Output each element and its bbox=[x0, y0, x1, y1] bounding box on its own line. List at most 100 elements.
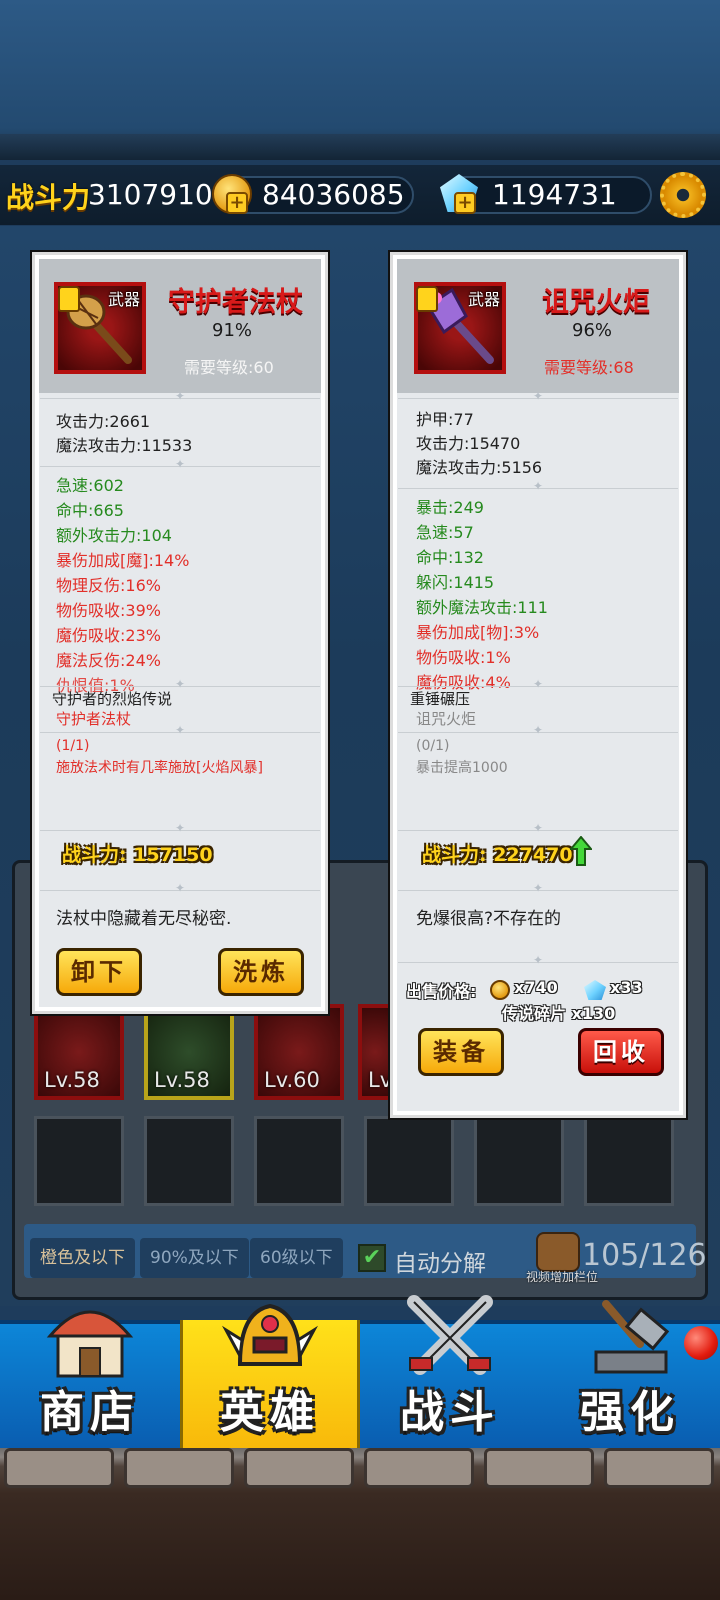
legend-set-count: (1/1) bbox=[56, 738, 90, 754]
bag-icon[interactable] bbox=[536, 1232, 580, 1272]
inventory-item[interactable]: Lv.60 bbox=[254, 1004, 344, 1100]
add-gem-icon[interactable]: + bbox=[454, 192, 476, 214]
divider bbox=[398, 732, 678, 733]
hammer-anvil-icon bbox=[594, 1300, 670, 1374]
nav-hero[interactable]: 英雄 bbox=[180, 1303, 360, 1448]
floor-stone bbox=[604, 1448, 714, 1488]
divider bbox=[40, 890, 320, 891]
level-requirement: 需要等级:60 bbox=[184, 358, 274, 377]
nav-hero-label: 英雄 bbox=[220, 1387, 320, 1438]
add-gold-icon[interactable]: + bbox=[226, 192, 248, 214]
shop-icon bbox=[46, 1310, 134, 1378]
extra-stat: 命中:665 bbox=[56, 501, 124, 520]
inventory-item[interactable]: Lv.58 bbox=[34, 1004, 124, 1100]
sell-shards: 传说碎片 x130 bbox=[502, 1004, 616, 1023]
floor-stone bbox=[364, 1448, 474, 1488]
nav-shop[interactable]: 商店 bbox=[0, 1310, 180, 1448]
nav-battle-label: 战斗 bbox=[400, 1387, 500, 1438]
extra-stat: 物理反伤:16% bbox=[56, 576, 161, 595]
refine-button[interactable]: 洗炼 bbox=[218, 948, 304, 996]
divider bbox=[40, 398, 320, 399]
legend-set-item: 守护者法杖 bbox=[56, 710, 132, 728]
extra-stat: 物伤吸收:39% bbox=[56, 601, 161, 620]
combat-power: 战斗力: 227470 bbox=[422, 844, 573, 866]
divider bbox=[398, 890, 678, 891]
gold-value: 84036085 bbox=[262, 178, 405, 211]
empty-slot[interactable] bbox=[474, 1116, 564, 1206]
combat-power: 战斗力: 157150 bbox=[62, 844, 213, 866]
extra-stat: 物伤吸收:1% bbox=[416, 648, 511, 667]
empty-slot[interactable] bbox=[364, 1116, 454, 1206]
item-level: Lv.58 bbox=[44, 1068, 100, 1092]
filter-orange-button[interactable]: 橙色及以下 bbox=[30, 1238, 135, 1278]
extra-stat: 暴击:249 bbox=[416, 498, 484, 517]
sell-gem: x33 bbox=[610, 978, 643, 997]
extra-stat: 躲闪:1415 bbox=[416, 573, 495, 592]
extra-stat: 额外攻击力:104 bbox=[56, 526, 172, 545]
gem-value: 1194731 bbox=[492, 178, 617, 211]
extra-stat: 暴伤加成[魔]:14% bbox=[56, 551, 190, 570]
divider bbox=[40, 466, 320, 467]
item-quality: 91% bbox=[212, 320, 253, 341]
item-type: 武器 bbox=[108, 290, 141, 309]
auto-decompose-label: 自动分解 bbox=[394, 1251, 486, 1277]
recycle-button[interactable]: 回收 bbox=[578, 1028, 664, 1076]
gear-icon[interactable] bbox=[660, 172, 706, 218]
item-level: Lv.58 bbox=[154, 1068, 210, 1092]
top-background bbox=[0, 0, 720, 160]
item-name: 诅咒火炬 bbox=[542, 287, 650, 318]
crossed-swords-icon bbox=[407, 1295, 493, 1375]
lock-icon bbox=[416, 286, 438, 312]
filter-quality-button[interactable]: 90%及以下 bbox=[140, 1238, 249, 1278]
notification-dot bbox=[684, 1326, 718, 1360]
upgrade-arrow-icon bbox=[570, 836, 592, 866]
base-stat: 魔法攻击力:5156 bbox=[416, 458, 543, 477]
power-value: 3107910 bbox=[88, 178, 213, 211]
extra-stat: 暴伤加成[物]:3% bbox=[416, 623, 540, 642]
legend-set-item: 诅咒火炬 bbox=[416, 710, 477, 728]
flavor-text: 法杖中隐藏着无尽秘密. bbox=[56, 909, 232, 929]
bag-hint: 视频增加栏位 bbox=[526, 1270, 599, 1284]
empty-slot[interactable] bbox=[144, 1116, 234, 1206]
level-requirement: 需要等级:68 bbox=[544, 358, 634, 377]
base-stat: 魔法攻击力:11533 bbox=[56, 436, 193, 455]
extra-stat: 额外魔法攻击:111 bbox=[416, 598, 548, 617]
legend-set-title: 重锤碾压 bbox=[410, 690, 471, 708]
extra-stat: 急速:602 bbox=[56, 476, 124, 495]
divider bbox=[40, 732, 320, 733]
divider bbox=[398, 962, 678, 963]
auto-decompose-checkbox[interactable]: ✔ bbox=[358, 1244, 386, 1272]
equip-button[interactable]: 装备 bbox=[418, 1028, 504, 1076]
legend-set-title: 守护者的烈焰传说 bbox=[52, 690, 173, 708]
legend-set-effect: 暴击提高1000 bbox=[416, 760, 508, 776]
legend-set-count: (0/1) bbox=[416, 738, 450, 754]
inventory-item[interactable]: Lv bbox=[358, 1004, 392, 1100]
empty-slot[interactable] bbox=[34, 1116, 124, 1206]
inventory-item[interactable]: Lv.58 bbox=[144, 1004, 234, 1100]
base-stat: 攻击力:15470 bbox=[416, 434, 521, 453]
item-name: 守护者法杖 bbox=[168, 287, 303, 318]
extra-stat: 魔伤吸收:23% bbox=[56, 626, 161, 645]
nav-battle[interactable]: 战斗 bbox=[360, 1295, 540, 1448]
empty-slot[interactable] bbox=[584, 1116, 674, 1206]
unequip-button[interactable]: 卸下 bbox=[56, 948, 142, 996]
item-level: Lv.60 bbox=[264, 1068, 320, 1092]
nav-shop-label: 商店 bbox=[40, 1387, 140, 1438]
lock-icon bbox=[58, 286, 80, 312]
item-level: Lv bbox=[368, 1068, 393, 1092]
floor-stone bbox=[4, 1448, 114, 1488]
legend-set-effect: 施放法术时有几率施放[火焰风暴] bbox=[56, 760, 263, 776]
item-quality: 96% bbox=[572, 320, 613, 341]
extra-stat: 命中:132 bbox=[416, 548, 484, 567]
floor-stone bbox=[484, 1448, 594, 1488]
floor-stone bbox=[244, 1448, 354, 1488]
base-stat: 攻击力:2661 bbox=[56, 412, 151, 431]
extra-stat: 魔法反伤:24% bbox=[56, 651, 161, 670]
divider bbox=[398, 488, 678, 489]
divider bbox=[40, 686, 320, 687]
filter-level-button[interactable]: 60级以下 bbox=[250, 1238, 343, 1278]
floor-stone bbox=[124, 1448, 234, 1488]
empty-slot[interactable] bbox=[254, 1116, 344, 1206]
sell-price-label: 出售价格: bbox=[406, 982, 477, 1001]
divider bbox=[398, 398, 678, 399]
